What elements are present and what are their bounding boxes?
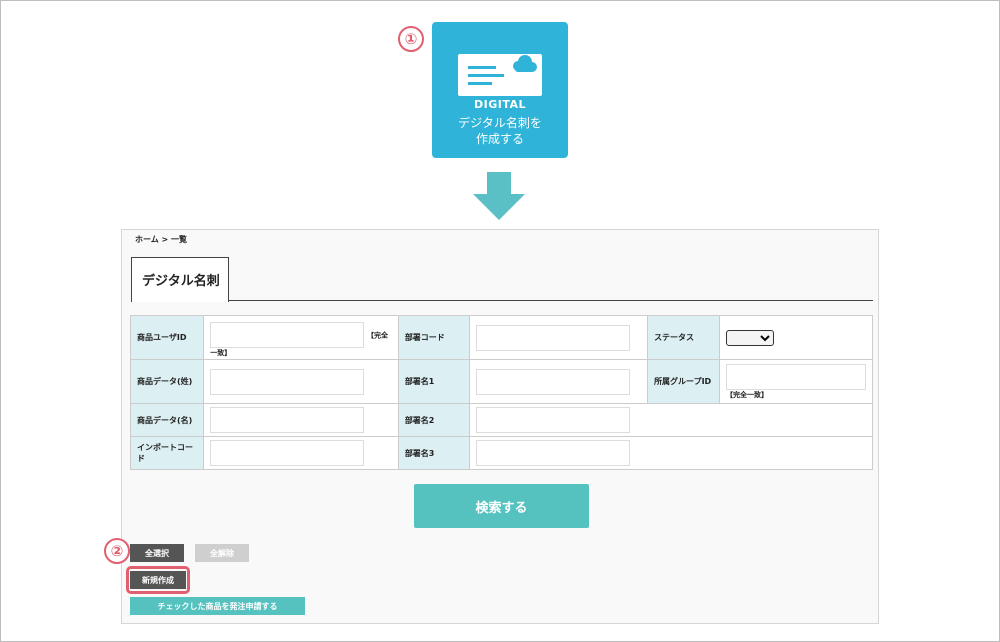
empty-cell <box>647 403 873 437</box>
card-label-line1: デジタル名刺を <box>458 116 542 130</box>
tab-digital-card[interactable]: デジタル名刺 <box>131 257 229 302</box>
tab-divider <box>131 300 873 301</box>
search-button[interactable]: 検索する <box>414 484 589 528</box>
business-card-cloud-icon <box>458 54 542 96</box>
deselect-all-button[interactable]: 全解除 <box>195 544 249 562</box>
import-code-label: インポートコード <box>129 436 205 470</box>
product-user-id-input[interactable] <box>210 321 365 348</box>
last-name-input[interactable] <box>210 368 365 395</box>
last-name-label: 商品データ(姓) <box>129 359 205 404</box>
status-label: ステータス <box>647 315 720 360</box>
create-new-button[interactable]: 新規作成 <box>130 571 186 589</box>
card-title: DIGITAL <box>473 98 527 111</box>
dept-name2-input[interactable] <box>476 407 631 433</box>
status-select[interactable] <box>726 329 774 346</box>
down-arrow-icon <box>473 172 525 220</box>
empty-cell <box>647 436 873 470</box>
dept-code-input[interactable] <box>476 324 631 351</box>
card-label-line2: 作成する <box>475 132 524 146</box>
group-id-input[interactable] <box>726 363 866 390</box>
dept-name3-label: 部署名3 <box>397 436 471 470</box>
digital-card-list-panel: ホーム > 一覧 デジタル名刺 商品ユーザID 【完全一致】 部署コード ステー… <box>121 229 879 624</box>
group-id-exact-match-note: 【完全一致】 <box>726 390 768 399</box>
first-name-input[interactable] <box>210 407 365 433</box>
dept-name3-input[interactable] <box>476 440 631 466</box>
first-name-label: 商品データ(名) <box>129 403 205 437</box>
search-filter-table: 商品ユーザID 【完全一致】 部署コード ステータス 商品データ(姓) 部署名1… <box>129 315 873 470</box>
step-1-marker: ① <box>398 26 424 52</box>
create-digital-card-button[interactable]: DIGITAL デジタル名刺を 作成する <box>432 22 568 158</box>
dept-name2-label: 部署名2 <box>397 403 471 437</box>
order-request-button[interactable]: チェックした商品を発注申請する <box>130 597 305 615</box>
tab-label: デジタル名刺 <box>142 274 220 289</box>
dept-name1-label: 部署名1 <box>397 359 471 404</box>
breadcrumb: ホーム > 一覧 <box>135 235 188 244</box>
product-user-id-label: 商品ユーザID <box>129 315 205 360</box>
step-2-marker: ② <box>104 538 130 564</box>
select-all-button[interactable]: 全選択 <box>130 544 184 562</box>
dept-name1-input[interactable] <box>476 368 631 395</box>
dept-code-label: 部署コード <box>397 315 471 360</box>
group-id-label: 所属グループID <box>647 359 720 404</box>
import-code-input[interactable] <box>210 440 365 466</box>
